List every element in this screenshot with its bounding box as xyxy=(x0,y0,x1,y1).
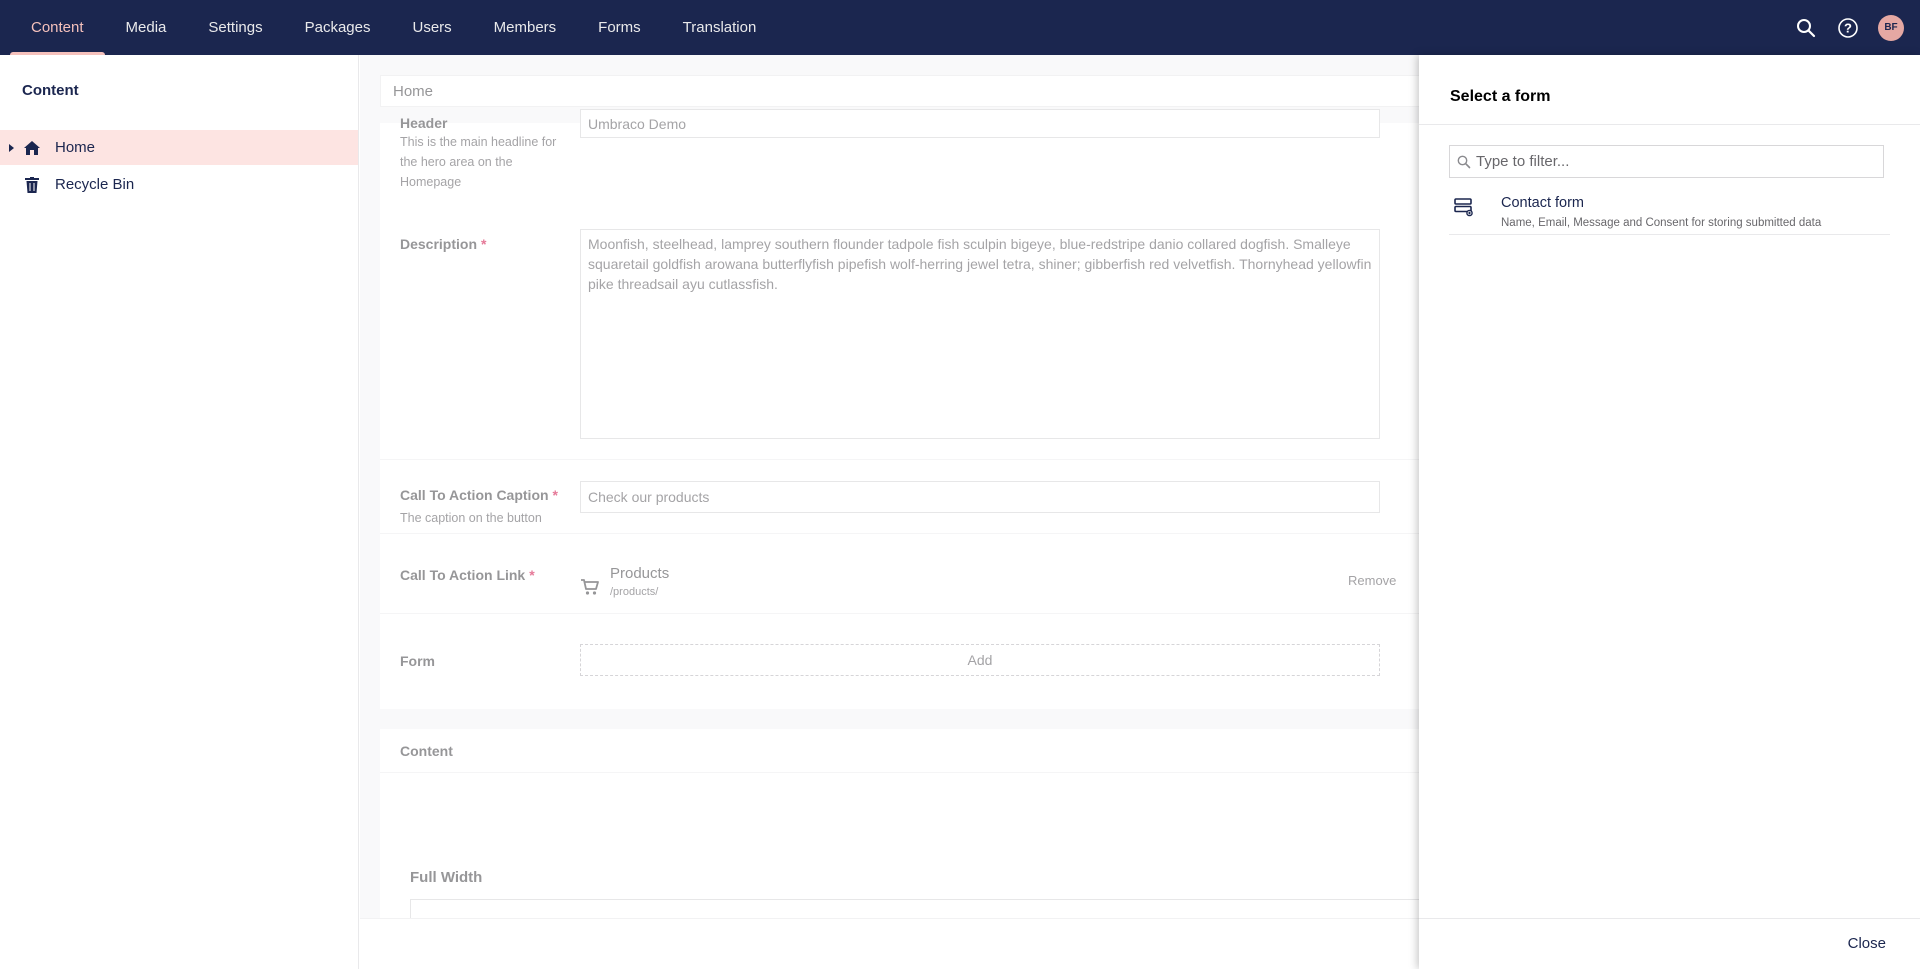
filter-box xyxy=(1449,145,1884,178)
top-navigation: Content Media Settings Packages Users Me… xyxy=(0,0,1920,55)
nav-item-users[interactable]: Users xyxy=(391,0,472,55)
nav-item-members[interactable]: Members xyxy=(473,0,578,55)
sidebar-title: Content xyxy=(22,82,79,99)
nav-item-content[interactable]: Content xyxy=(10,0,105,55)
tree-item-label: Recycle Bin xyxy=(55,176,135,193)
tree-item-recycle-bin[interactable]: Recycle Bin xyxy=(0,167,358,202)
drawer-header: Select a form xyxy=(1419,55,1920,125)
form-icon xyxy=(1454,197,1474,217)
tree-item-label: Home xyxy=(55,139,96,156)
home-icon xyxy=(22,138,42,158)
trash-icon xyxy=(22,175,42,195)
search-icon xyxy=(1457,155,1471,169)
tree-item-home[interactable]: Home xyxy=(0,130,358,165)
nav-item-settings[interactable]: Settings xyxy=(187,0,283,55)
search-icon[interactable] xyxy=(1794,16,1818,40)
form-description: Name, Email, Message and Consent for sto… xyxy=(1501,217,1822,229)
nav-item-packages[interactable]: Packages xyxy=(284,0,392,55)
form-name: Contact form xyxy=(1501,195,1584,211)
section-nav: Content Media Settings Packages Users Me… xyxy=(0,0,777,55)
drawer-title: Select a form xyxy=(1450,88,1551,105)
expand-caret-icon[interactable] xyxy=(9,143,14,152)
close-button[interactable]: Close xyxy=(1848,935,1886,952)
drawer-footer: Close xyxy=(1419,918,1920,969)
nav-item-forms[interactable]: Forms xyxy=(577,0,662,55)
nav-item-translation[interactable]: Translation xyxy=(662,0,778,55)
top-tools: ? BF xyxy=(1794,0,1904,55)
help-icon[interactable]: ? xyxy=(1836,16,1860,40)
svg-text:?: ? xyxy=(1844,20,1852,35)
form-list-item[interactable]: Contact form Name, Email, Message and Co… xyxy=(1449,190,1890,235)
avatar[interactable]: BF xyxy=(1878,14,1904,41)
content-tree-sidebar: Content Home Recycle Bin xyxy=(0,55,359,969)
filter-input[interactable] xyxy=(1476,147,1876,176)
select-form-drawer: Select a form Contact form Name, Email, … xyxy=(1419,55,1920,969)
nav-item-media[interactable]: Media xyxy=(105,0,188,55)
